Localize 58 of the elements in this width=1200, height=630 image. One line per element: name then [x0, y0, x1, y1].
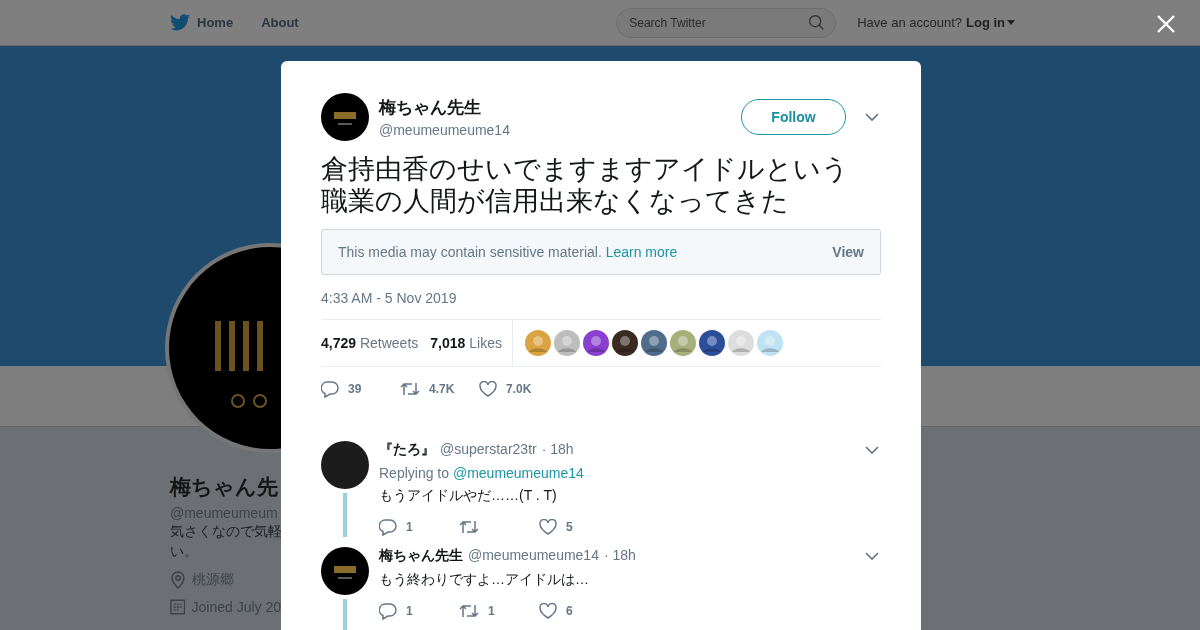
action-button[interactable]: 6 [539, 603, 619, 619]
account-prompt: Have an account? [857, 15, 962, 30]
action-button[interactable]: 39 [321, 380, 400, 398]
author-handle[interactable]: @meumeumeume14 [379, 122, 741, 138]
reply-author-handle[interactable]: @meumeumeume14 [468, 547, 599, 563]
caret-icon [1007, 20, 1015, 25]
retweet-icon [400, 381, 420, 397]
bio-text: い。 [170, 542, 199, 561]
search-icon [808, 13, 826, 31]
reply-icon [379, 518, 397, 536]
bio-text: 気さくなので気軽 [170, 522, 281, 541]
timestamp: 4:33 AM - 5 Nov 2019 [321, 290, 458, 306]
view-button[interactable]: View [832, 244, 864, 260]
bird-icon [170, 14, 190, 31]
reply-author-name[interactable]: 『たろ』 [379, 441, 435, 459]
action-button[interactable]: 4.7K [400, 381, 479, 397]
reply-text: もう終わりですよ…アイドルは… [379, 571, 590, 589]
heart-icon [539, 603, 557, 619]
chevron-down-icon[interactable] [865, 445, 879, 455]
stat-link[interactable]: 4,729 Retweets [321, 335, 419, 351]
stat-link[interactable]: 7,018 Likes [430, 335, 502, 351]
follow-button[interactable]: Follow [741, 99, 846, 135]
reply-author-handle[interactable]: @superstar23tr [440, 441, 537, 457]
reply-time[interactable]: · 18h [603, 547, 636, 563]
avatar[interactable] [321, 441, 369, 489]
retweet-icon [459, 519, 479, 535]
learn-more-link[interactable]: Learn more [605, 244, 678, 260]
close-icon[interactable] [1157, 15, 1175, 33]
replying-to-text: Replying to @meumeumeume14 [379, 465, 585, 481]
retweet-icon [459, 603, 479, 619]
author-name[interactable]: 梅ちゃん先生 [379, 96, 741, 119]
reply-icon [379, 602, 397, 620]
login-link[interactable]: Log in [966, 15, 1015, 30]
action-button[interactable]: 1 [459, 603, 539, 619]
avatar[interactable] [321, 547, 369, 595]
action-button[interactable]: 7.0K [479, 381, 558, 397]
sensitive-message: This media may contain sensitive material. Learn more [338, 244, 678, 260]
heart-icon [539, 519, 557, 535]
nav-link[interactable]: Home [170, 14, 234, 31]
reply-icon [321, 380, 339, 398]
mention-link[interactable]: @meumeumeume14 [452, 465, 584, 481]
reply-author-name[interactable]: 梅ちゃん先生 [379, 547, 463, 565]
profile-name: 梅ちゃん先 [170, 474, 279, 500]
tweet-text: 職業の人間が信用出来なくなってきた [321, 185, 790, 217]
search-field[interactable]: Search Twitter [616, 7, 837, 38]
tweet-text: 倉持由香のせいでますますアイドルという [321, 153, 850, 185]
chevron-down-icon[interactable] [865, 112, 879, 122]
action-button[interactable]: 1 [379, 602, 459, 620]
heart-icon [479, 381, 497, 397]
avatar [321, 93, 369, 141]
reply-time[interactable]: · 18h [541, 441, 574, 457]
calendar-icon [170, 599, 186, 615]
reply-text: もうアイドルやだ……(T . T) [379, 487, 558, 505]
action-button[interactable]: 1 [379, 518, 459, 536]
location-icon [170, 571, 186, 589]
chevron-down-icon[interactable] [865, 551, 879, 561]
action-button[interactable]: 5 [539, 519, 619, 535]
nav-link[interactable]: About [261, 15, 299, 30]
